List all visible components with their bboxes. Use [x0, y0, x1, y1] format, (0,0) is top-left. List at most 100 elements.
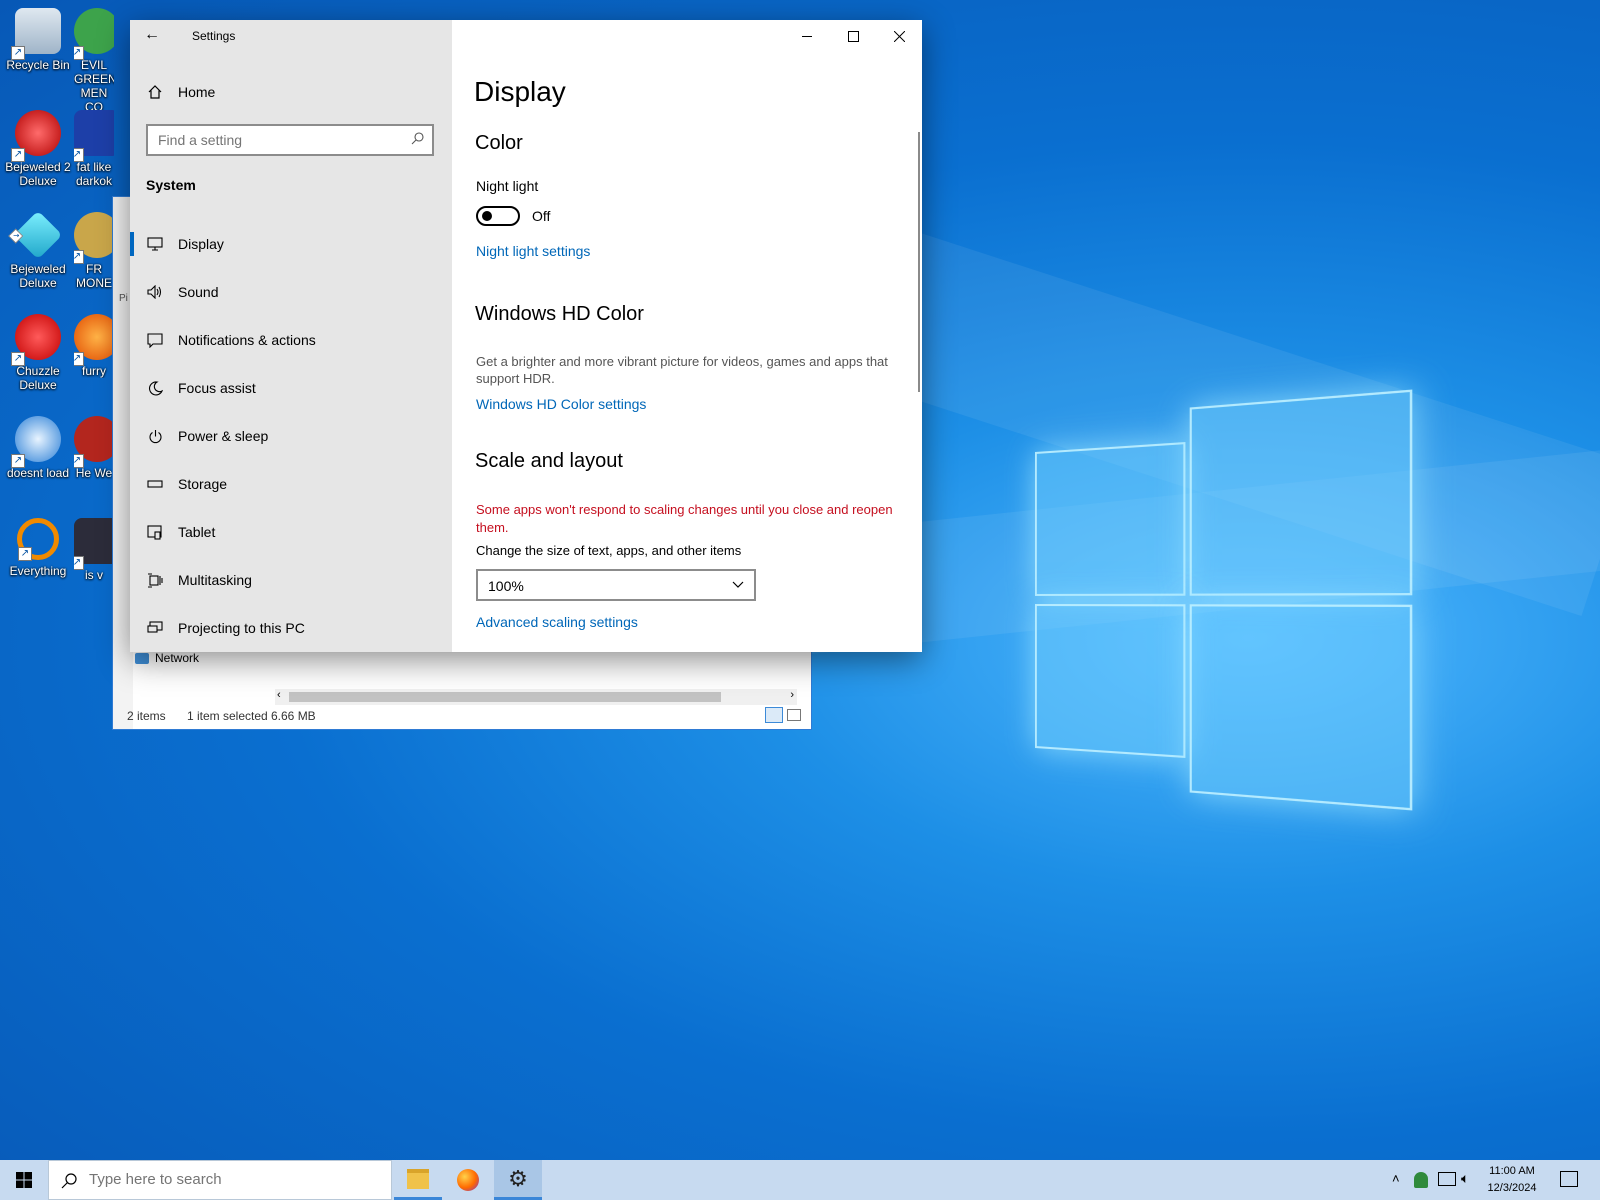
window-title: Settings — [192, 29, 236, 43]
taskbar-file-explorer[interactable] — [394, 1160, 442, 1200]
settings-nav-pane: ← Settings Home System Display Sound — [130, 20, 452, 652]
settings-search-input[interactable] — [156, 126, 400, 154]
scale-dropdown[interactable]: 100% — [476, 569, 756, 601]
recycle-bin-icon — [11, 8, 61, 60]
monitor-icon — [146, 235, 164, 253]
scale-heading: Scale and layout — [475, 450, 623, 472]
toggle-knob — [482, 211, 492, 221]
back-arrow-icon[interactable]: ← — [144, 26, 164, 46]
money-icon — [74, 212, 114, 264]
night-light-label: Night light — [476, 178, 539, 194]
night-light-toggle[interactable] — [476, 206, 520, 226]
magnifier-icon — [17, 518, 59, 561]
night-light-state: Off — [532, 208, 551, 224]
nav-item-focus-assist[interactable]: Focus assist — [130, 366, 452, 410]
game-icon — [74, 518, 114, 570]
power-icon — [146, 427, 164, 445]
notification-icon — [146, 331, 164, 349]
taskbar: ⚙ ˄ 🔈︎ 11:00 AM 12/3/2024 — [0, 1160, 1600, 1200]
nav-item-sound[interactable]: Sound — [130, 270, 452, 314]
tray-network-icon[interactable] — [1438, 1172, 1456, 1186]
desktop-icon-chuzzle[interactable]: Chuzzle Deluxe — [0, 314, 76, 392]
start-button[interactable] — [0, 1160, 48, 1200]
tray-chevron-up-icon[interactable]: ˄ — [1392, 1171, 1400, 1186]
network-icon — [135, 652, 149, 664]
nav-item-multitasking[interactable]: Multitasking — [130, 558, 452, 602]
clock-date: 12/3/2024 — [1487, 1182, 1537, 1194]
maximize-button[interactable] — [830, 20, 876, 52]
action-center-icon[interactable] — [1560, 1171, 1578, 1187]
taskbar-settings[interactable]: ⚙ — [494, 1160, 542, 1200]
status-size: 6.66 MB — [271, 709, 316, 723]
nav-item-network[interactable]: Network — [135, 651, 199, 665]
content-scrollbar[interactable] — [918, 132, 920, 392]
desktop-icon-evil-green-men[interactable]: EVIL GREEN MEN CO — [74, 8, 114, 114]
clock-time: 11:00 AM — [1489, 1165, 1535, 1177]
settings-search-box[interactable] — [146, 124, 434, 156]
desktop-icon-recycle-bin[interactable]: Recycle Bin — [0, 8, 76, 72]
firefox-icon — [457, 1169, 479, 1191]
desktop-icon-doesnt-load[interactable]: doesnt load — [0, 416, 76, 480]
large-icons-view-icon[interactable] — [787, 709, 801, 721]
thunderbird-icon — [11, 416, 61, 468]
nav-item-power-sleep[interactable]: Power & sleep — [130, 414, 452, 458]
gear-icon: ⚙ — [508, 1165, 528, 1191]
speaker-icon — [146, 283, 164, 301]
bejeweled-2-icon — [11, 110, 61, 162]
game-icon — [74, 110, 114, 162]
desktop-icon-bejeweled-2[interactable]: Bejeweled 2 Deluxe — [0, 110, 76, 188]
desktop-icon-is-v[interactable]: is v — [74, 518, 114, 582]
desktop-icon-furry[interactable]: furry — [74, 314, 114, 378]
hdr-heading: Windows HD Color — [475, 303, 644, 325]
minimize-button[interactable] — [784, 20, 830, 52]
details-view-icon[interactable] — [765, 707, 783, 723]
color-heading: Color — [475, 132, 523, 154]
tray-user-icon[interactable] — [1414, 1172, 1428, 1188]
tray-clock[interactable]: 11:00 AM 12/3/2024 — [1482, 1163, 1542, 1197]
chevron-down-icon — [732, 581, 744, 588]
tray-volume-icon[interactable]: 🔈︎ — [1461, 1170, 1469, 1187]
chuzzle-icon — [11, 314, 61, 366]
scroll-right-icon[interactable]: › — [790, 689, 794, 701]
storage-icon — [146, 475, 164, 493]
maximize-icon — [847, 30, 859, 42]
explorer-side-letter: Pi — [119, 293, 128, 304]
settings-content-pane: Display Color Night light Off Night ligh… — [452, 20, 922, 652]
desktop-icon-fat-like-darkok[interactable]: fat like darkok — [74, 110, 114, 188]
home-icon — [146, 83, 164, 101]
hdr-settings-link[interactable]: Windows HD Color settings — [476, 396, 646, 412]
status-item-count: 2 items — [127, 709, 166, 723]
minimize-icon — [802, 35, 812, 37]
scroll-left-icon[interactable]: ‹ — [277, 689, 281, 701]
diamond-icon — [13, 210, 63, 260]
taskbar-firefox[interactable] — [444, 1160, 492, 1200]
moon-icon — [146, 379, 164, 397]
nav-item-storage[interactable]: Storage — [130, 462, 452, 506]
desktop-icon-everything[interactable]: Everything — [0, 518, 76, 578]
scale-dropdown-value: 100% — [488, 578, 524, 594]
scale-label: Change the size of text, apps, and other… — [476, 543, 742, 558]
desktop-icon-fr-mone[interactable]: FR MONE — [74, 212, 114, 290]
status-bar: 2 items 1 item selected 6.66 MB — [113, 701, 811, 729]
settings-window[interactable]: ← Settings Home System Display Sound — [130, 20, 922, 652]
nav-item-display[interactable]: Display — [130, 222, 452, 266]
search-icon — [61, 1173, 77, 1189]
close-icon — [893, 30, 905, 42]
nav-item-projecting[interactable]: Projecting to this PC — [130, 606, 452, 650]
folder-icon — [407, 1168, 429, 1189]
windows-logo-wallpaper — [1035, 389, 1413, 811]
search-icon — [411, 132, 424, 150]
nav-home[interactable]: Home — [130, 70, 452, 114]
status-selected: 1 item selected — [187, 709, 268, 723]
advanced-scaling-link[interactable]: Advanced scaling settings — [476, 614, 638, 630]
night-light-settings-link[interactable]: Night light settings — [476, 243, 590, 259]
desktop-icon-bejeweled[interactable]: Bejeweled Deluxe — [0, 210, 76, 290]
close-button[interactable] — [876, 20, 922, 52]
nav-item-notifications[interactable]: Notifications & actions — [130, 318, 452, 362]
nav-section-title: System — [146, 177, 196, 193]
taskbar-search-box[interactable] — [48, 1160, 392, 1200]
desktop-icon-he-we[interactable]: He We — [74, 416, 114, 480]
nav-item-tablet[interactable]: Tablet — [130, 510, 452, 554]
windows-start-icon — [16, 1172, 32, 1188]
taskbar-search-input[interactable] — [87, 1170, 381, 1189]
